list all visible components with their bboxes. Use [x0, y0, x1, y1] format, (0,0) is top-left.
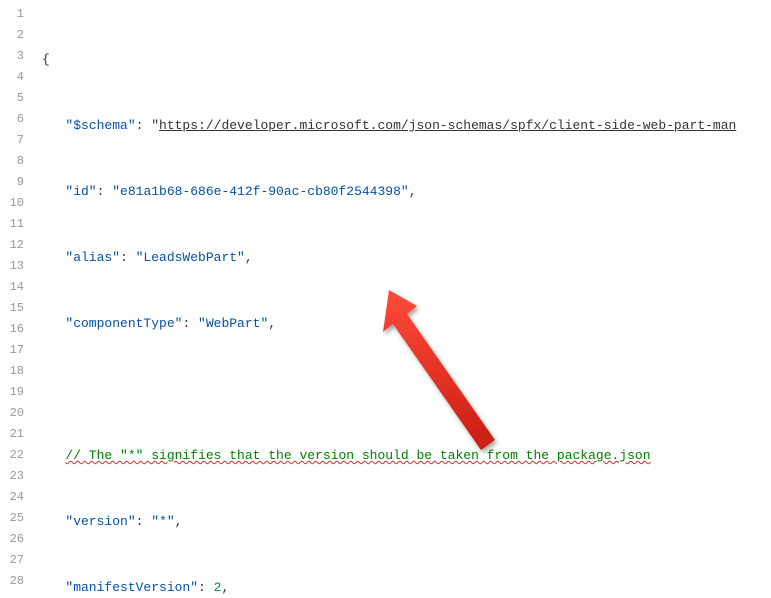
code-line[interactable]: "manifestVersion": 2, [34, 577, 771, 598]
schema-url: https://developer.microsoft.com/json-sch… [159, 118, 736, 133]
line-number: 1 [0, 4, 34, 25]
line-number: 12 [0, 235, 34, 256]
json-key: "id" [65, 184, 96, 199]
line-number: 6 [0, 109, 34, 130]
line-number: 27 [0, 550, 34, 571]
line-number: 8 [0, 151, 34, 172]
line-number: 14 [0, 277, 34, 298]
line-number: 4 [0, 67, 34, 88]
brace: { [42, 52, 50, 67]
line-number: 5 [0, 88, 34, 109]
line-number: 23 [0, 466, 34, 487]
code-line[interactable]: { [34, 49, 771, 70]
line-number: 16 [0, 319, 34, 340]
json-key: "manifestVersion" [65, 580, 198, 595]
json-key: "componentType" [65, 316, 182, 331]
json-string: "e81a1b68-686e-412f-90ac-cb80f2544398" [112, 184, 408, 199]
line-number: 17 [0, 340, 34, 361]
code-line[interactable]: // The "*" signifies that the version sh… [34, 445, 771, 466]
line-number: 10 [0, 193, 34, 214]
line-number: 18 [0, 361, 34, 382]
line-number: 11 [0, 214, 34, 235]
code-editor[interactable]: 1 2 3 4 5 6 7 8 9 10 11 12 13 14 15 16 1… [0, 0, 771, 598]
code-line[interactable]: "version": "*", [34, 511, 771, 532]
json-string: "WebPart" [198, 316, 268, 331]
line-number: 21 [0, 424, 34, 445]
line-number: 28 [0, 571, 34, 592]
comment: // The "*" signifies that the version sh… [65, 448, 650, 463]
line-number: 3 [0, 46, 34, 67]
line-number-gutter: 1 2 3 4 5 6 7 8 9 10 11 12 13 14 15 16 1… [0, 0, 34, 598]
line-number: 20 [0, 403, 34, 424]
code-line[interactable]: "componentType": "WebPart", [34, 313, 771, 334]
line-number: 15 [0, 298, 34, 319]
code-area[interactable]: { "$schema": "https://developer.microsof… [34, 0, 771, 598]
json-key: "$schema" [65, 118, 135, 133]
json-string: "LeadsWebPart" [136, 250, 245, 265]
line-number: 24 [0, 487, 34, 508]
json-key: "alias" [65, 250, 120, 265]
code-line[interactable]: "$schema": "https://developer.microsoft.… [34, 115, 771, 136]
code-line[interactable]: "alias": "LeadsWebPart", [34, 247, 771, 268]
json-key: "version" [65, 514, 135, 529]
line-number: 22 [0, 445, 34, 466]
code-line[interactable]: "id": "e81a1b68-686e-412f-90ac-cb80f2544… [34, 181, 771, 202]
line-number: 19 [0, 382, 34, 403]
line-number: 2 [0, 25, 34, 46]
line-number: 13 [0, 256, 34, 277]
line-number: 25 [0, 508, 34, 529]
line-number: 7 [0, 130, 34, 151]
json-string: "*" [151, 514, 174, 529]
line-number: 26 [0, 529, 34, 550]
code-line[interactable] [34, 379, 771, 400]
line-number: 9 [0, 172, 34, 193]
